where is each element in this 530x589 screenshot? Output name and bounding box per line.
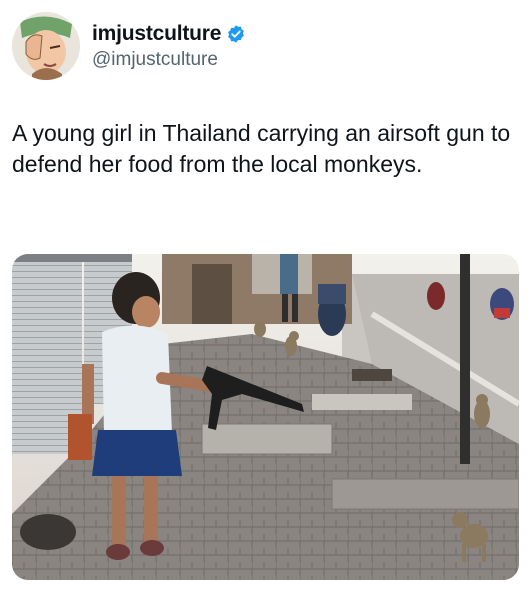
author-handle[interactable]: @imjustculture (92, 49, 246, 71)
display-name-row: imjustculture (92, 22, 246, 46)
avatar-image-icon (12, 12, 80, 80)
tweet-text: A young girl in Thailand carrying an air… (12, 120, 511, 177)
tweet-photo (12, 254, 519, 580)
author-avatar[interactable] (12, 12, 80, 80)
tweet-media[interactable] (12, 254, 519, 580)
author-display-name[interactable]: imjustculture (92, 22, 221, 46)
author-names: imjustculture @imjustculture (92, 22, 246, 71)
tweet-header: imjustculture @imjustculture (12, 12, 246, 80)
verified-badge-icon (228, 24, 245, 43)
